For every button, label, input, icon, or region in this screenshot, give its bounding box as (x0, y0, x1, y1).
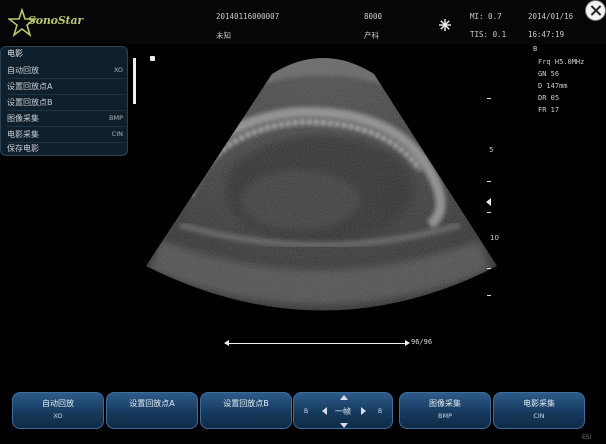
menu-item-label: 自动回放 (7, 66, 39, 75)
cine-menu-panel: 电影 自动回放 XO 设置回放点A 设置回放点B 图像采集 BMP 电影采集 C… (0, 46, 128, 156)
button-sublabel: CIN (533, 412, 545, 420)
depth-tick (487, 98, 491, 99)
patient-name: 未知 (216, 31, 231, 40)
button-label: 设置回放点A (129, 399, 175, 408)
set-point-b-button[interactable]: 设置回放点B (200, 392, 292, 429)
mi-value: MI: 0.7 (470, 12, 502, 21)
button-label: 图像采集 (429, 399, 461, 408)
department: 产科 (364, 31, 379, 40)
button-sublabel: XO (53, 412, 63, 420)
logo-text: SonoStar (28, 14, 83, 27)
nav-right-b: B (378, 408, 383, 415)
button-label: 设置回放点B (223, 399, 269, 408)
button-label: 自动回放 (42, 399, 74, 408)
gain-value: GN 56 (538, 70, 560, 78)
image-capture-button[interactable]: 图像采集 BMP (399, 392, 491, 429)
cine-end-arrow[interactable] (405, 340, 410, 346)
depth-label-10: 10 (490, 234, 499, 242)
menu-item-image-capture[interactable]: 图像采集 BMP (7, 111, 125, 127)
orientation-marker (150, 56, 155, 61)
menu-item-label: 图像采集 (7, 114, 39, 123)
menu-item-label: 设置回放点B (7, 98, 53, 107)
menu-item-value: XO (113, 66, 123, 74)
frequency-value: Frq H5.0MHz (538, 58, 585, 66)
frame-rate-value: FR 17 (538, 106, 560, 114)
imaging-mode: B (533, 45, 538, 53)
menu-item-save-cine[interactable]: 保存电影 (7, 141, 125, 156)
exam-code: 8000 (364, 12, 383, 21)
menu-item-label: 保存电影 (7, 144, 39, 153)
button-sublabel: BMP (438, 412, 452, 420)
menu-scrollbar[interactable] (133, 58, 136, 104)
menu-item-value: CIN (111, 130, 123, 138)
menu-item-auto-play[interactable]: 自动回放 XO (7, 63, 125, 79)
header-bar: SonoStar 20140116000007 未知 8000 产科 MI: 0… (0, 0, 606, 44)
depth-tick (487, 212, 491, 213)
depth-label-5: 5 (489, 146, 494, 154)
menu-item-label: 设置回放点A (7, 82, 53, 91)
set-point-a-button[interactable]: 设置回放点A (106, 392, 198, 429)
focus-marker[interactable] (486, 198, 491, 206)
exam-time: 16:47:19 (528, 30, 565, 39)
menu-item-set-point-a[interactable]: 设置回放点A (7, 79, 125, 95)
menu-item-value: BMP (109, 114, 123, 122)
freeze-snowflake-icon[interactable] (438, 18, 452, 32)
depth-tick (487, 295, 491, 296)
dynamic-range-value: DR 05 (538, 94, 560, 102)
menu-title: 电影 (7, 49, 23, 58)
cine-progress-bar[interactable] (226, 343, 406, 344)
menu-item-label: 电影采集 (7, 130, 39, 139)
cine-capture-button[interactable]: 电影采集 CIN (493, 392, 585, 429)
auto-play-button[interactable]: 自动回放 XO (12, 392, 104, 429)
depth-tick (487, 268, 491, 269)
depth-tick (487, 181, 491, 182)
patient-id: 20140116000007 (216, 12, 280, 21)
menu-item-set-point-b[interactable]: 设置回放点B (7, 95, 125, 111)
close-icon[interactable] (585, 0, 606, 21)
corner-label: ESI (582, 434, 592, 441)
exam-date: 2014/01/16 (528, 12, 574, 21)
depth-value: D 147mm (538, 82, 568, 90)
cine-frame-count: 96/96 (411, 338, 433, 346)
frame-step-button[interactable]: B 一帧 B (293, 392, 393, 429)
button-label: 电影采集 (523, 399, 555, 408)
tis-value: TIS: 0.1 (470, 30, 507, 39)
